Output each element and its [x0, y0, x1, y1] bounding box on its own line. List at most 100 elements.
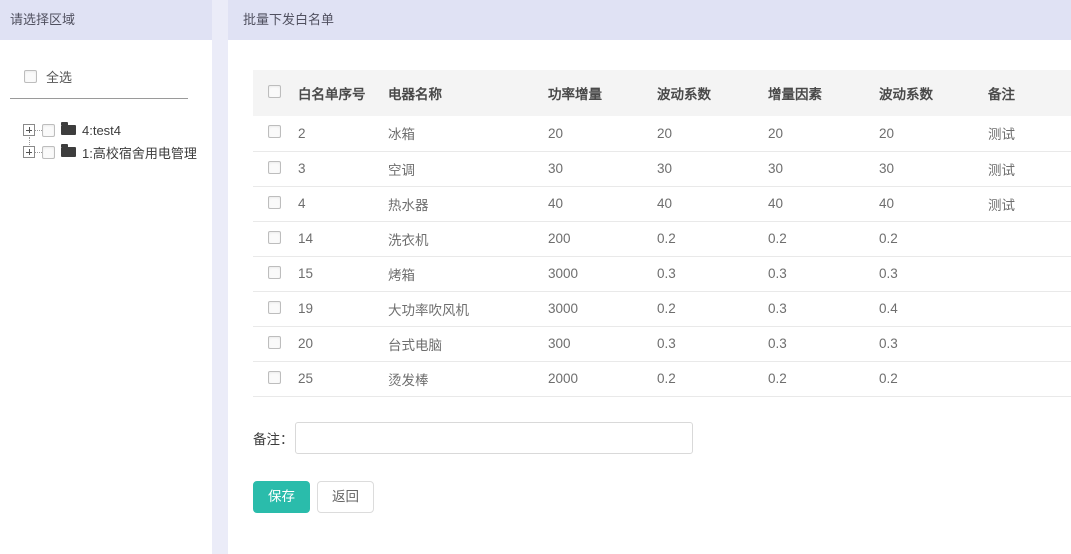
- table-cell: 0.3: [768, 256, 879, 291]
- table-row: 14洗衣机2000.20.20.2: [253, 221, 1071, 256]
- tree-item: 1:高校宿舍用电管理: [0, 141, 212, 163]
- table-cell: 0.2: [657, 361, 768, 396]
- table-cell: [988, 291, 1071, 326]
- column-header: 波动系数: [657, 70, 768, 116]
- table-cell: 4: [298, 186, 388, 221]
- table-cell: 3000: [548, 256, 657, 291]
- row-checkbox[interactable]: [268, 161, 281, 174]
- remark-input[interactable]: [295, 422, 693, 454]
- table-cell: 30: [879, 151, 988, 186]
- table-cell: 台式电脑: [388, 326, 548, 361]
- main-panel-title: 批量下发白名单: [228, 0, 1071, 40]
- region-select-panel: 请选择区域 全选 4:test4 1:高校宿舍用电管理: [0, 0, 212, 554]
- table-cell: 200: [548, 221, 657, 256]
- tree-item-label[interactable]: 4:test4: [82, 123, 121, 138]
- left-panel-title: 请选择区域: [0, 0, 212, 40]
- table-cell: 15: [298, 256, 388, 291]
- table-cell: [988, 326, 1071, 361]
- table-cell: 2000: [548, 361, 657, 396]
- row-checkbox-cell: [253, 361, 298, 396]
- table-row: 15烤箱30000.30.30.3: [253, 256, 1071, 291]
- row-checkbox-cell: [253, 221, 298, 256]
- column-header: 白名单序号: [298, 70, 388, 116]
- table-row: 19大功率吹风机30000.20.30.4: [253, 291, 1071, 326]
- column-header: 功率增量: [548, 70, 657, 116]
- table-cell: 40: [879, 186, 988, 221]
- tree-dotted-connector: [35, 152, 42, 153]
- table-cell: 40: [548, 186, 657, 221]
- save-button[interactable]: 保存: [253, 481, 310, 513]
- row-checkbox-cell: [253, 116, 298, 151]
- tree-item-checkbox[interactable]: [42, 124, 55, 137]
- table-cell: 空调: [388, 151, 548, 186]
- table-cell: 0.3: [657, 326, 768, 361]
- table-cell: 热水器: [388, 186, 548, 221]
- folder-icon: [61, 147, 76, 157]
- table-cell: 19: [298, 291, 388, 326]
- column-header: 波动系数: [879, 70, 988, 116]
- table-header-checkbox-cell: [253, 70, 298, 116]
- whitelist-panel: 批量下发白名单 白名单序号电器名称功率增量波动系数增量因素波动系数备注 2冰箱2…: [228, 0, 1071, 554]
- table-cell: 测试: [988, 151, 1071, 186]
- table-row: 4热水器40404040测试: [253, 186, 1071, 221]
- remark-row: 备注：: [253, 422, 1071, 454]
- table-cell: 0.2: [768, 361, 879, 396]
- table-cell: 20: [879, 116, 988, 151]
- tree-item-checkbox[interactable]: [42, 146, 55, 159]
- table-cell: [988, 221, 1071, 256]
- expand-plus-icon[interactable]: [23, 124, 35, 136]
- folder-icon: [61, 125, 76, 135]
- row-checkbox[interactable]: [268, 196, 281, 209]
- table-cell: 大功率吹风机: [388, 291, 548, 326]
- table-cell: 0.3: [657, 256, 768, 291]
- select-all-rows-checkbox[interactable]: [268, 85, 281, 98]
- table-row: 20台式电脑3000.30.30.3: [253, 326, 1071, 361]
- back-button[interactable]: 返回: [317, 481, 374, 513]
- table-cell: 20: [548, 116, 657, 151]
- table-row: 25烫发棒20000.20.20.2: [253, 361, 1071, 396]
- table-cell: 0.3: [879, 256, 988, 291]
- table-cell: 2: [298, 116, 388, 151]
- tree-dotted-connector: [35, 130, 42, 131]
- table-cell: 0.3: [768, 326, 879, 361]
- row-checkbox[interactable]: [268, 266, 281, 279]
- table-cell: 40: [657, 186, 768, 221]
- row-checkbox[interactable]: [268, 336, 281, 349]
- row-checkbox-cell: [253, 186, 298, 221]
- table-cell: 测试: [988, 116, 1071, 151]
- table-cell: 40: [768, 186, 879, 221]
- table-cell: 0.3: [879, 326, 988, 361]
- row-checkbox[interactable]: [268, 125, 281, 138]
- row-checkbox-cell: [253, 151, 298, 186]
- main-panel-body: 白名单序号电器名称功率增量波动系数增量因素波动系数备注 2冰箱20202020测…: [228, 40, 1071, 513]
- table-cell: 0.2: [657, 291, 768, 326]
- table-cell: 测试: [988, 186, 1071, 221]
- table-cell: [988, 256, 1071, 291]
- table-cell: 30: [657, 151, 768, 186]
- table-cell: 3000: [548, 291, 657, 326]
- table-cell: 300: [548, 326, 657, 361]
- region-tree: 4:test4 1:高校宿舍用电管理: [0, 119, 212, 163]
- table-cell: 烤箱: [388, 256, 548, 291]
- expand-plus-icon[interactable]: [23, 146, 35, 158]
- tree-item-label[interactable]: 1:高校宿舍用电管理: [82, 143, 197, 162]
- table-cell: 0.4: [879, 291, 988, 326]
- table-cell: 0.2: [768, 221, 879, 256]
- row-checkbox-cell: [253, 256, 298, 291]
- table-cell: 30: [548, 151, 657, 186]
- table-cell: 冰箱: [388, 116, 548, 151]
- table-cell: 20: [657, 116, 768, 151]
- column-header: 电器名称: [388, 70, 548, 116]
- tree-item: 4:test4: [0, 119, 212, 141]
- row-checkbox[interactable]: [268, 371, 281, 384]
- table-cell: 烫发棒: [388, 361, 548, 396]
- remark-label: 备注：: [253, 428, 294, 448]
- table-cell: 25: [298, 361, 388, 396]
- row-checkbox[interactable]: [268, 231, 281, 244]
- table-cell: 0.2: [879, 221, 988, 256]
- left-panel-divider: [10, 98, 188, 99]
- row-checkbox[interactable]: [268, 301, 281, 314]
- whitelist-table: 白名单序号电器名称功率增量波动系数增量因素波动系数备注 2冰箱20202020测…: [253, 70, 1071, 397]
- select-all-row: 全选: [0, 69, 212, 84]
- select-all-checkbox[interactable]: [24, 70, 37, 83]
